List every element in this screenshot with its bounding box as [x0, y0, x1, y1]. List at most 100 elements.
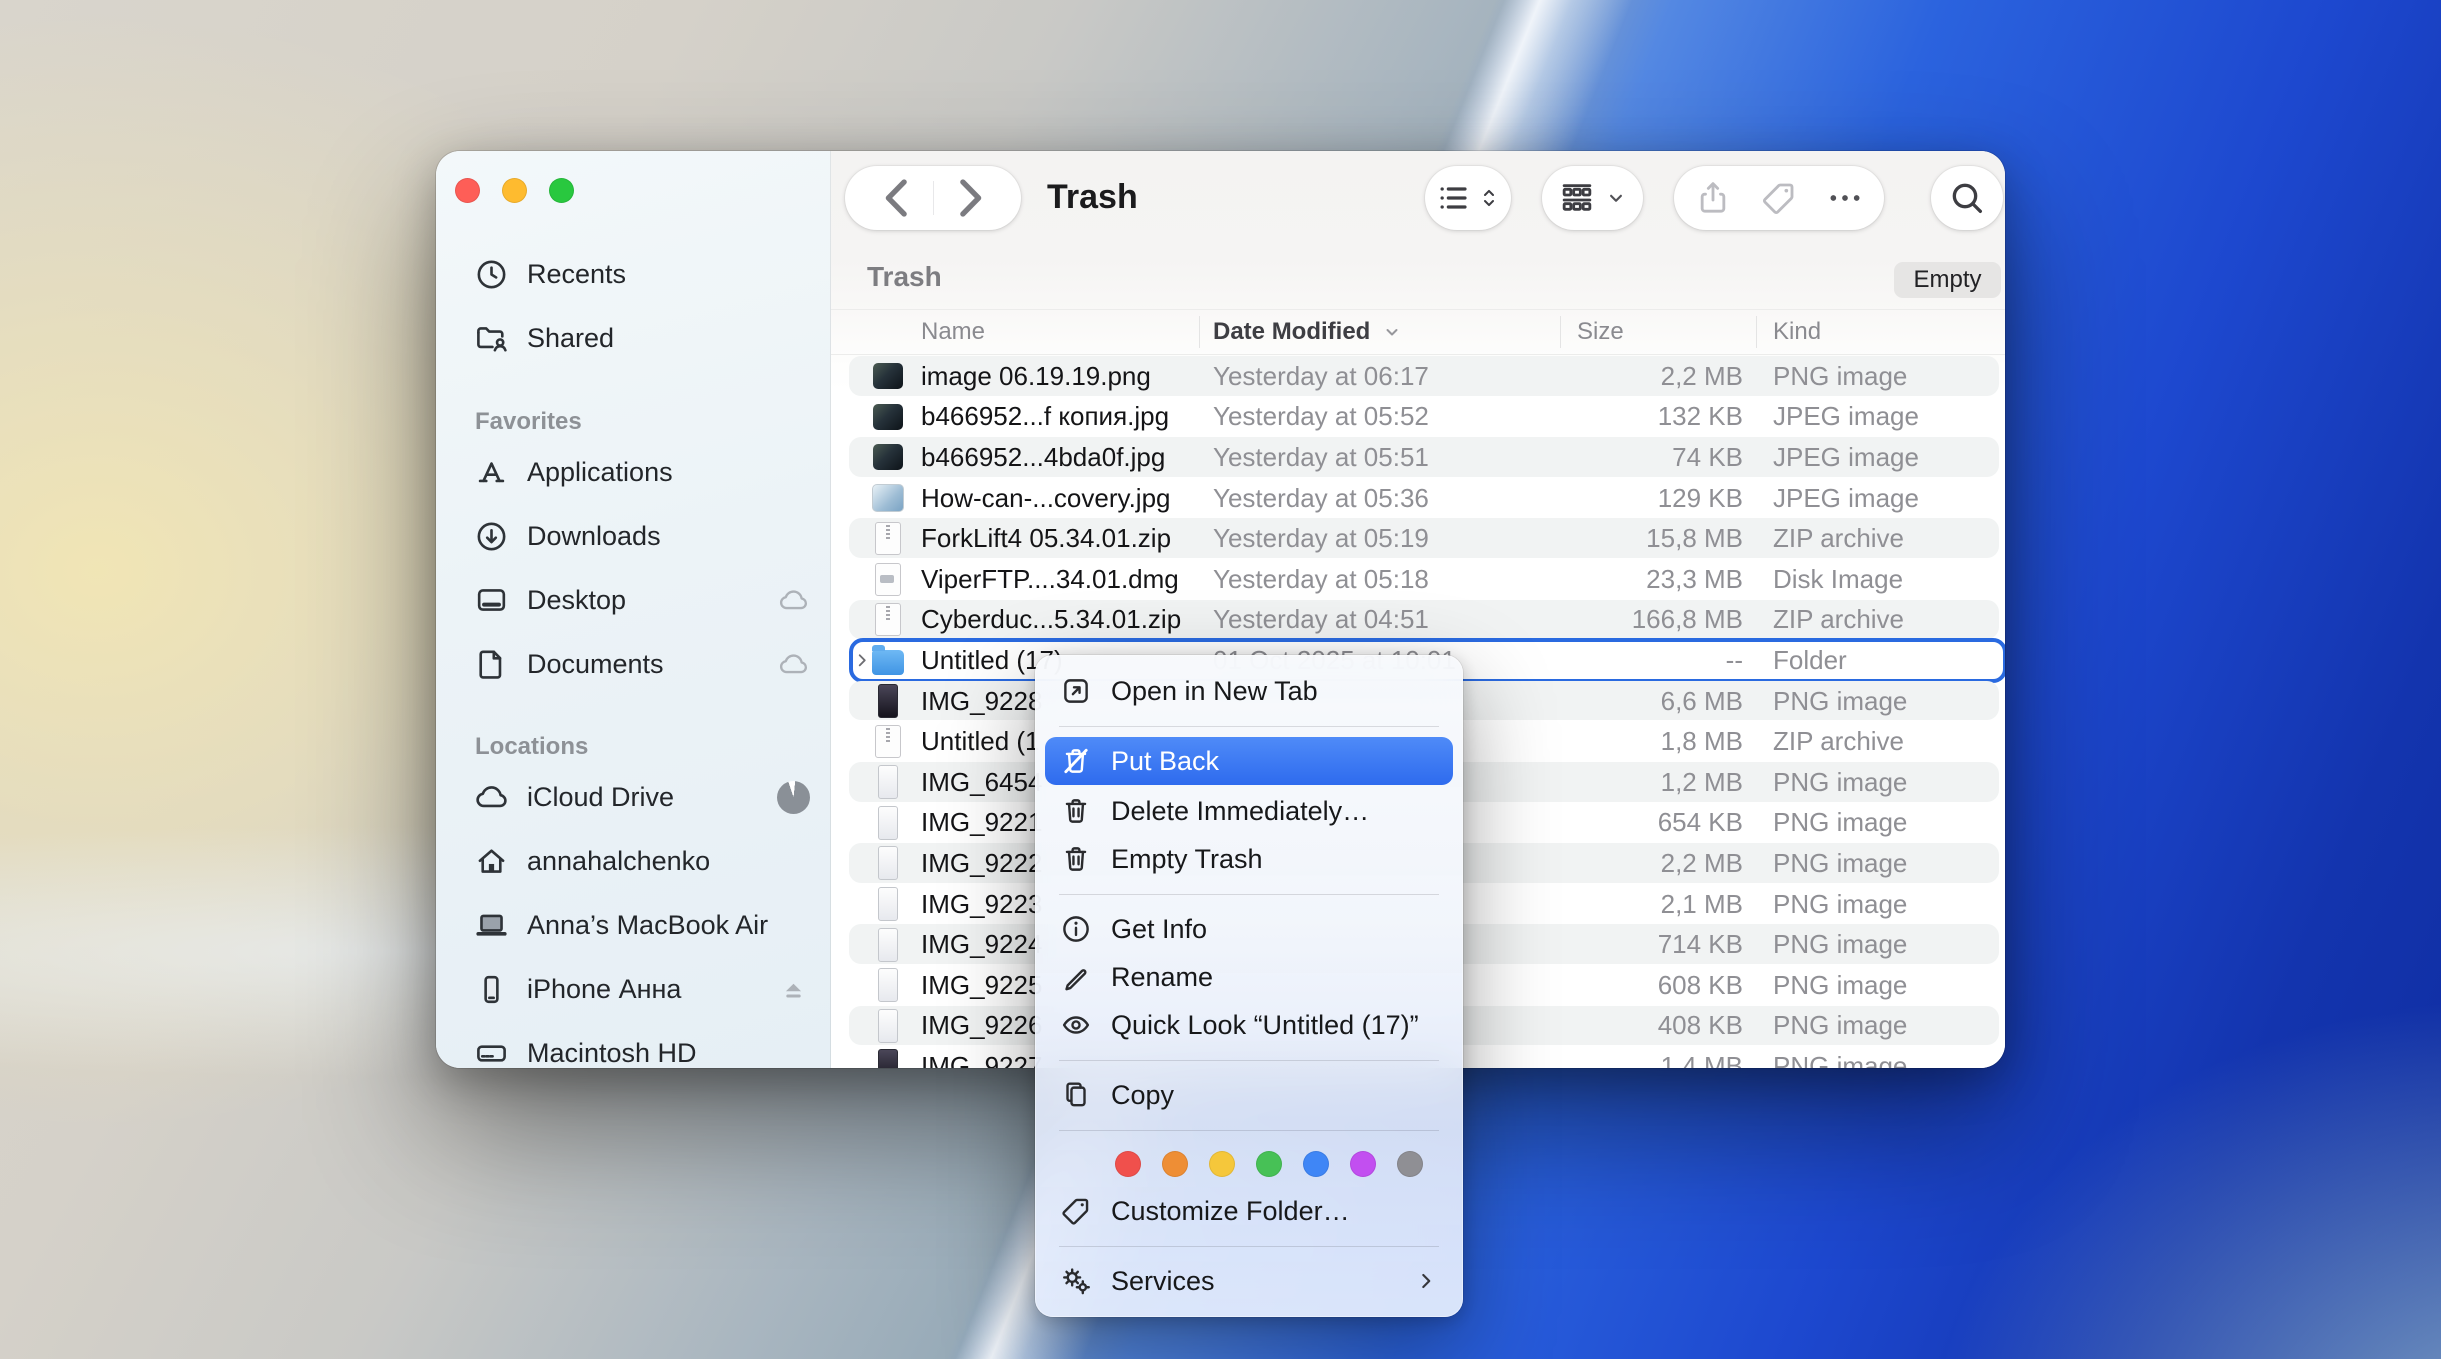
- menu-item-quick-look-untitled-17[interactable]: Quick Look “Untitled (17)”: [1035, 1001, 1463, 1049]
- file-icon: [871, 521, 905, 557]
- file-date-modified: Yesterday at 05:19: [1213, 518, 1429, 559]
- empty-trash-button[interactable]: Empty: [1894, 262, 2001, 298]
- sidebar-item-recents[interactable]: Recents: [436, 242, 830, 306]
- column-header-size[interactable]: Size: [1577, 310, 1624, 354]
- file-icon: [871, 1008, 905, 1044]
- back-button[interactable]: [863, 166, 933, 230]
- context-menu: Open in New Tab Put Back Delete Immediatel…: [1035, 655, 1463, 1317]
- menu-item-copy[interactable]: Copy: [1035, 1071, 1463, 1119]
- file-icon: [871, 642, 905, 678]
- file-name: IMG_9221: [921, 803, 1042, 844]
- forward-button[interactable]: [934, 166, 1004, 230]
- chevron-down-icon: [1603, 178, 1629, 218]
- menu-item-label: Customize Folder…: [1111, 1196, 1350, 1227]
- file-size: 2,2 MB: [1577, 356, 1743, 397]
- column-header-kind[interactable]: Kind: [1773, 310, 1821, 354]
- services-icon: [1059, 1264, 1093, 1298]
- tag-color-green[interactable]: [1256, 1151, 1282, 1177]
- list-view-button[interactable]: [1425, 166, 1511, 230]
- menu-item-put-back[interactable]: Put Back: [1045, 737, 1453, 785]
- harddrive-icon: [473, 1035, 510, 1069]
- tag-button[interactable]: [1759, 178, 1799, 218]
- document-icon: [473, 646, 510, 683]
- table-row[interactable]: image 06.19.19.pngYesterday at 06:172,2 …: [831, 356, 2005, 397]
- file-name: ForkLift4 05.34.01.zip: [921, 518, 1171, 559]
- close-button[interactable]: [455, 178, 480, 203]
- put-back-icon: [1059, 744, 1093, 778]
- file-size: 15,8 MB: [1577, 518, 1743, 559]
- sidebar-item-label: Shared: [527, 323, 810, 354]
- sidebar-item-documents[interactable]: Documents: [436, 632, 830, 696]
- file-icon: [871, 886, 905, 922]
- menu-item-customize-folder[interactable]: Customize Folder…: [1035, 1187, 1463, 1235]
- group-view-button[interactable]: [1542, 166, 1643, 230]
- sidebar-item-macintosh-hd[interactable]: Macintosh HD: [436, 1021, 830, 1068]
- file-kind: PNG image: [1773, 965, 1907, 1006]
- column-divider[interactable]: [1756, 316, 1757, 348]
- more-actions-button[interactable]: [1825, 178, 1865, 218]
- menu-item-open-in-new-tab[interactable]: Open in New Tab: [1035, 667, 1463, 715]
- file-size: 1,4 MB: [1577, 1046, 1743, 1068]
- menu-item-get-info[interactable]: Get Info: [1035, 905, 1463, 953]
- sort-chevrons-icon: [1476, 178, 1502, 218]
- file-size: 2,1 MB: [1577, 884, 1743, 925]
- tag-color-purple[interactable]: [1350, 1151, 1376, 1177]
- menu-item-label: Get Info: [1111, 914, 1207, 945]
- file-size: 1,2 MB: [1577, 762, 1743, 803]
- tag-color-gray[interactable]: [1397, 1151, 1423, 1177]
- column-divider[interactable]: [1199, 316, 1200, 348]
- share-button[interactable]: [1693, 178, 1733, 218]
- table-row[interactable]: How-can-...covery.jpgYesterday at 05:361…: [831, 478, 2005, 519]
- minimize-button[interactable]: [502, 178, 527, 203]
- eye-icon: [1059, 1008, 1093, 1042]
- sidebar-item-desktop[interactable]: Desktop: [436, 568, 830, 632]
- list-view-icon: [1434, 178, 1474, 218]
- menu-item-empty-trash[interactable]: Empty Trash: [1035, 835, 1463, 883]
- file-kind: PNG image: [1773, 803, 1907, 844]
- file-name: How-can-...covery.jpg: [921, 478, 1171, 519]
- table-row[interactable]: Cyberduc...5.34.01.zipYesterday at 04:51…: [831, 600, 2005, 641]
- file-size: 74 KB: [1577, 437, 1743, 478]
- column-divider[interactable]: [1560, 316, 1561, 348]
- menu-item-label: Delete Immediately…: [1111, 796, 1369, 827]
- sidebar-item-annahalchenko[interactable]: annahalchenko: [436, 829, 830, 893]
- table-row[interactable]: b466952...4bda0f.jpgYesterday at 05:5174…: [831, 437, 2005, 478]
- cloud-status-icon: [777, 648, 810, 681]
- sidebar-item-label: iPhone Анна: [527, 974, 760, 1005]
- file-kind: PNG image: [1773, 884, 1907, 925]
- zoom-button[interactable]: [549, 178, 574, 203]
- column-header-name[interactable]: Name: [921, 310, 985, 354]
- table-row[interactable]: b466952...f копия.jpgYesterday at 05:521…: [831, 397, 2005, 438]
- clock-icon: [473, 256, 510, 293]
- menu-item-delete-immediately[interactable]: Delete Immediately…: [1035, 787, 1463, 835]
- table-row[interactable]: ForkLift4 05.34.01.zip Yesterday at 05:19…: [831, 518, 2005, 559]
- menu-item-rename[interactable]: Rename: [1035, 953, 1463, 1001]
- file-icon: [871, 561, 905, 597]
- sidebar-item-anna-s-macbook-air[interactable]: Anna’s MacBook Air: [436, 893, 830, 957]
- file-icon: [871, 927, 905, 963]
- file-name: IMG_9222: [921, 843, 1042, 884]
- sidebar-item-iphone[interactable]: iPhone Анна: [436, 957, 830, 1021]
- cloud-status-icon: [777, 584, 810, 617]
- tag-color-orange[interactable]: [1162, 1151, 1188, 1177]
- file-icon: [871, 358, 905, 394]
- column-header-date-modified[interactable]: Date Modified: [1213, 310, 1404, 354]
- file-name: IMG_6454: [921, 762, 1042, 803]
- table-row[interactable]: ViperFTP....34.01.dmgYesterday at 05:182…: [831, 559, 2005, 600]
- search-button[interactable]: [1931, 166, 2003, 230]
- pie-icon: [777, 781, 810, 814]
- sidebar-item-label: iCloud Drive: [527, 782, 760, 813]
- menu-item-services[interactable]: Services: [1035, 1257, 1463, 1305]
- sidebar-item-downloads[interactable]: Downloads: [436, 504, 830, 568]
- tag-color-blue[interactable]: [1303, 1151, 1329, 1177]
- file-name: ViperFTP....34.01.dmg: [921, 559, 1179, 600]
- tag-color-yellow[interactable]: [1209, 1151, 1235, 1177]
- sidebar-item-shared[interactable]: Shared: [436, 306, 830, 370]
- sidebar-item-applications[interactable]: Applications: [436, 440, 830, 504]
- file-kind: PNG image: [1773, 1006, 1907, 1047]
- sidebar-item-icloud-drive[interactable]: iCloud Drive: [436, 765, 830, 829]
- tag-colors-row: [1035, 1141, 1463, 1187]
- file-name: IMG_9226: [921, 1006, 1042, 1047]
- file-size: --: [1577, 640, 1743, 681]
- tag-color-red[interactable]: [1115, 1151, 1141, 1177]
